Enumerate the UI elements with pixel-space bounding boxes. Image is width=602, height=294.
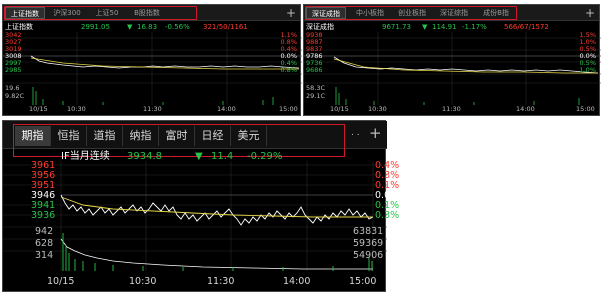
sz-price-line <box>333 56 599 74</box>
fut-axis-l-5: 3936 <box>31 210 56 221</box>
sh-time-0: 10/15 <box>29 105 48 113</box>
fut-vol-r-0: 63831 <box>353 226 384 237</box>
fut-price-line <box>60 194 374 226</box>
shanghai-index-panel: 上证指数 沪深300 上证50 B股指数 + 上证指数 2991.05 ▼ 16… <box>2 4 302 116</box>
fut-vol-r-1: 59369 <box>353 238 384 249</box>
sz-axis-r-5: 1.0% <box>579 66 596 74</box>
sz-time-4: 15:00 <box>576 105 595 113</box>
fut-vol-r-2: 54906 <box>353 250 384 261</box>
sz-volume-bars <box>335 87 580 105</box>
sz-vol-label-1: 29.1C <box>306 92 326 100</box>
sh-axis-l-5: 2985 <box>5 66 22 74</box>
fut-time-4: 15:00 <box>349 276 377 287</box>
fut-time-0: 10/15 <box>47 276 75 287</box>
sh-axis-r-5: 0.8% <box>280 66 297 74</box>
sz-axis-l-5: 9686 <box>306 66 323 74</box>
sh-intraday-chart <box>3 32 302 105</box>
fut-time-1: 10:30 <box>129 276 157 287</box>
sz-avg-line <box>333 58 598 74</box>
shenzhen-index-panel: 深证成指 中小板指 创业板指 深证综指 成份B指 + 深证成指 9671.73 … <box>303 4 601 116</box>
sh-time-3: 14:00 <box>217 105 236 113</box>
fut-intraday-chart <box>3 161 387 271</box>
sz-time-3: 14:00 <box>516 105 535 113</box>
fut-open-interest-line <box>60 238 373 270</box>
fut-vol-l-2: 314 <box>35 250 54 261</box>
fut-vol-l-0: 942 <box>35 226 54 237</box>
sh-time-1: 10:30 <box>67 105 86 113</box>
sh-time-4: 15:00 <box>279 105 298 113</box>
sz-time-2: 11:30 <box>442 105 461 113</box>
sh-time-2: 11:30 <box>143 105 162 113</box>
fut-axis-r-5: 0.3% <box>375 210 400 221</box>
sz-time-1: 10:30 <box>368 105 387 113</box>
fut-time-2: 11:30 <box>207 276 235 287</box>
sh-vol-label-0: 19.6 <box>5 84 20 92</box>
sz-intraday-chart <box>304 32 601 105</box>
sz-vol-label-0: 58.3C <box>306 84 326 92</box>
fut-avg-line <box>60 196 373 218</box>
futures-panel: 期指 恒指 道指 纳指 富时 日经 美元 . . + IF当月连续 3934.8… <box>2 120 399 292</box>
fut-vol-l-1: 628 <box>35 238 54 249</box>
fut-time-3: 14:00 <box>283 276 311 287</box>
sh-volume-bars <box>32 87 274 105</box>
sz-time-0: 10/15 <box>330 105 349 113</box>
sh-vol-label-1: 9.82C <box>5 92 25 100</box>
